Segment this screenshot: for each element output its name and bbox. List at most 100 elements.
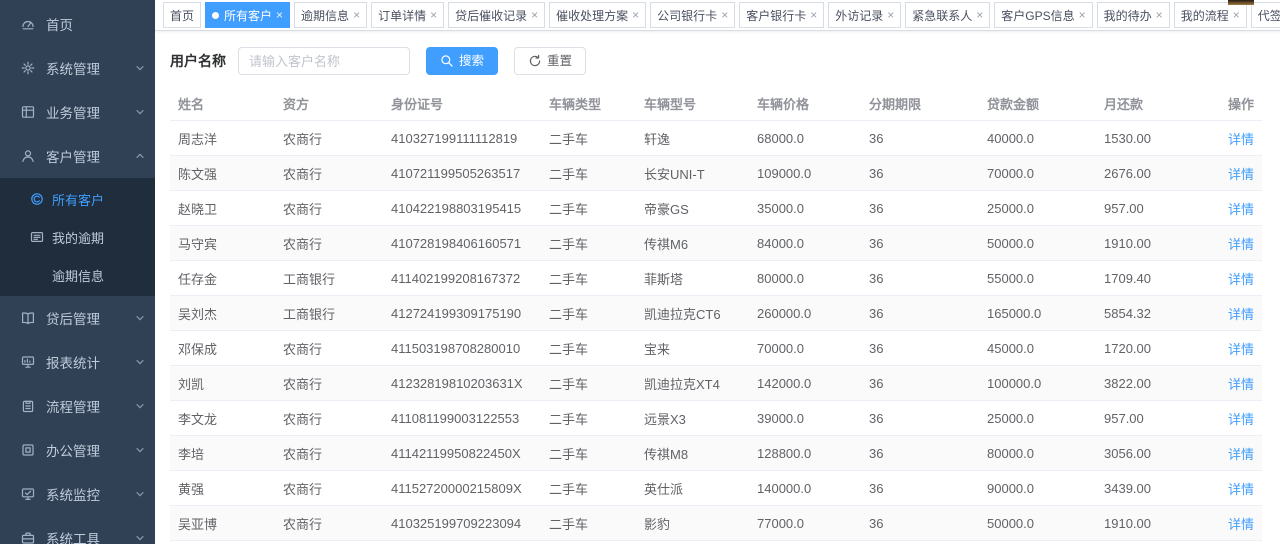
tab-label: 外访记录 (835, 7, 883, 24)
sidebar-item-office-mgmt[interactable]: 办公管理 (0, 428, 155, 472)
sidebar-item-postloan-mgmt[interactable]: 贷后管理 (0, 296, 155, 340)
table-cell-action: 详情 (1212, 436, 1262, 471)
tab-label: 所有客户 (224, 7, 272, 24)
detail-link[interactable]: 详情 (1228, 202, 1254, 217)
toolbox-icon (20, 530, 36, 544)
detail-link[interactable]: 详情 (1228, 132, 1254, 147)
sidebar-item-label: 首页 (46, 14, 145, 34)
tab-my-process[interactable]: 我的流程× (1174, 2, 1247, 28)
detail-link[interactable]: 详情 (1228, 517, 1254, 532)
table-cell (541, 541, 636, 544)
dashboard-icon (20, 16, 36, 32)
close-icon[interactable]: × (632, 9, 639, 21)
sidebar-item-customer-mgmt[interactable]: 客户管理 (0, 134, 155, 178)
submenu-customer-mgmt: 所有客户我的逾期逾期信息 (0, 178, 155, 296)
table-cell: 李培 (170, 436, 275, 471)
close-icon[interactable]: × (353, 9, 360, 21)
tab-collection-plan[interactable]: 催收处理方案 × (549, 2, 646, 28)
table-cell: 80000.0 (979, 436, 1096, 471)
close-icon[interactable]: × (276, 9, 283, 21)
close-icon[interactable]: × (721, 9, 728, 21)
detail-link[interactable]: 详情 (1228, 412, 1254, 427)
chevron-down-icon (135, 107, 145, 117)
sidebar-item-system-mgmt[interactable]: 系统管理 (0, 46, 155, 90)
detail-link[interactable]: 详情 (1228, 237, 1254, 252)
sidebar-item-system-monitor[interactable]: 系统监控 (0, 472, 155, 516)
detail-link[interactable]: 详情 (1228, 447, 1254, 462)
sidebar-item-home[interactable]: 首页 (0, 2, 155, 46)
sidebar-item-label: 客户管理 (46, 146, 131, 166)
table-cell: 菲斯塔 (636, 261, 749, 296)
tab-customer-gps-info[interactable]: 客户GPS信息× (994, 2, 1092, 28)
tab-visit-records[interactable]: 外访记录 × (828, 2, 901, 28)
table-cell: 农商行 (275, 436, 383, 471)
sidebar-item-system-tools[interactable]: 系统工具 (0, 516, 155, 544)
close-icon[interactable]: × (976, 9, 983, 21)
column-header: 月还款 (1096, 87, 1212, 121)
detail-link[interactable]: 详情 (1228, 307, 1254, 322)
sidebar-item-report-stats[interactable]: 报表统计 (0, 340, 155, 384)
tab-all-customers[interactable]: 所有客户 × (205, 2, 290, 28)
table-cell-action: 详情 (1212, 261, 1262, 296)
table-cell: 农商行 (275, 121, 383, 156)
search-icon (440, 54, 454, 68)
sidebar-item-business-mgmt[interactable]: 业务管理 (0, 90, 155, 134)
table-cell: 36 (861, 296, 979, 331)
search-input[interactable] (238, 47, 410, 75)
sidebar-item-my-overdue[interactable]: 我的逾期 (0, 218, 155, 256)
tab-postloan-collection-records[interactable]: 贷后催收记录× (448, 2, 545, 28)
sidebar-item-all-customers[interactable]: 所有客户 (0, 180, 155, 218)
table-cell: 农商行 (275, 191, 383, 226)
detail-link[interactable]: 详情 (1228, 167, 1254, 182)
tab-home[interactable]: 首页 (163, 2, 201, 28)
table-cell: 36 (861, 226, 979, 261)
search-label: 用户名称 (170, 51, 226, 71)
tab-label: 催收处理方案 (556, 7, 628, 24)
table-cell (979, 541, 1096, 544)
table-cell: 黄强 (170, 471, 275, 506)
tab-my-todo[interactable]: 我的待办× (1097, 2, 1170, 28)
table-row: 李培农商行41142119950822450X二手车传祺M8128800.036… (170, 436, 1262, 471)
detail-link[interactable]: 详情 (1228, 482, 1254, 497)
search-button[interactable]: 搜索 (426, 47, 498, 75)
table-cell: 凯迪拉克CT6 (636, 296, 749, 331)
tab-order-detail[interactable]: 订单详情 × (371, 2, 444, 28)
tab-label: 订单详情 (378, 7, 426, 24)
sidebar-item-process-mgmt[interactable]: 流程管理 (0, 384, 155, 428)
chevron-down-icon (135, 489, 145, 499)
table-cell: 帝豪GS (636, 191, 749, 226)
close-icon[interactable]: × (1079, 9, 1086, 21)
tab-overdue-info[interactable]: 逾期信息× (294, 2, 367, 28)
table-cell: 周志洋 (170, 121, 275, 156)
chevron-up-icon (135, 151, 145, 161)
close-icon[interactable]: × (1156, 9, 1163, 21)
table-cell: 1910.00 (1096, 226, 1212, 261)
detail-link[interactable]: 详情 (1228, 272, 1254, 287)
sidebar-item-overdue-info[interactable]: 逾期信息 (0, 256, 155, 294)
tab-sign-tasks[interactable]: 代签任务× (1251, 2, 1280, 28)
table-row: 马守宾农商行410728198406160571二手车传祺M684000.036… (170, 226, 1262, 261)
close-icon[interactable]: × (531, 9, 538, 21)
close-icon[interactable]: × (430, 9, 437, 21)
detail-link[interactable]: 详情 (1228, 342, 1254, 357)
close-icon[interactable]: × (810, 9, 817, 21)
close-icon[interactable]: × (1233, 9, 1240, 21)
table-cell: 农商行 (275, 506, 383, 541)
table-cell: 李文龙 (170, 401, 275, 436)
table-cell: 36 (861, 436, 979, 471)
reset-button[interactable]: 重置 (514, 47, 586, 75)
table-cell: 远景X3 (636, 401, 749, 436)
tab-company-bank-card[interactable]: 公司银行卡× (650, 2, 735, 28)
table-cell: 2676.00 (1096, 156, 1212, 191)
table-cell: 二手车 (541, 401, 636, 436)
detail-link[interactable]: 详情 (1228, 377, 1254, 392)
tab-emergency-contacts[interactable]: 紧急联系人× (905, 2, 990, 28)
table-cell: 128800.0 (749, 436, 861, 471)
main-area: 首页所有客户×逾期信息×订单详情×贷后催收记录×催收处理方案×公司银行卡×客户银… (155, 0, 1280, 544)
table-cell: 二手车 (541, 261, 636, 296)
table-cell-action: 详情 (1212, 506, 1262, 541)
table-cell: 吴亚博 (170, 506, 275, 541)
table-cell-action: 详情 (1212, 226, 1262, 261)
close-icon[interactable]: × (887, 9, 894, 21)
tab-customer-bank-card[interactable]: 客户银行卡× (739, 2, 824, 28)
